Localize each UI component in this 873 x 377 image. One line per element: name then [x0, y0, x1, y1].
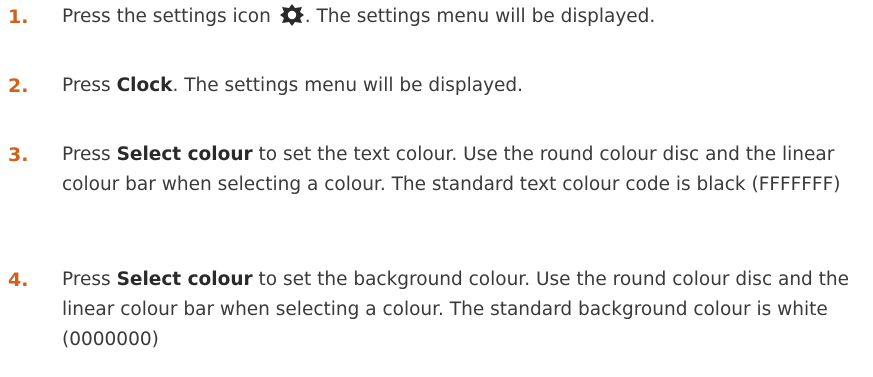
- select-colour-term: Select colour: [116, 144, 253, 165]
- step-number: 4.: [8, 269, 29, 291]
- step-text-part: Press: [62, 144, 117, 165]
- clock-term: Clock: [116, 75, 173, 96]
- step-number: 1.: [8, 6, 29, 28]
- step-text-part: . The settings menu will be displayed.: [304, 6, 656, 27]
- step-text: Press Clock. The settings menu will be d…: [62, 71, 862, 101]
- select-colour-term: Select colour: [116, 269, 253, 290]
- step-number: 3.: [8, 144, 29, 166]
- step-text-part: Press: [62, 269, 117, 290]
- step-text: Press the settings icon . The settings m…: [62, 2, 862, 32]
- step-text: Press Select colour to set the backgroun…: [62, 265, 862, 355]
- step-text-part: Press: [62, 75, 117, 96]
- step-text: Press Select colour to set the text colo…: [62, 140, 862, 200]
- step-text-part: . The settings menu will be displayed.: [172, 75, 524, 96]
- gear-icon: [279, 4, 304, 26]
- step-text-part: Press the settings icon: [62, 6, 277, 27]
- step-number: 2.: [8, 75, 29, 97]
